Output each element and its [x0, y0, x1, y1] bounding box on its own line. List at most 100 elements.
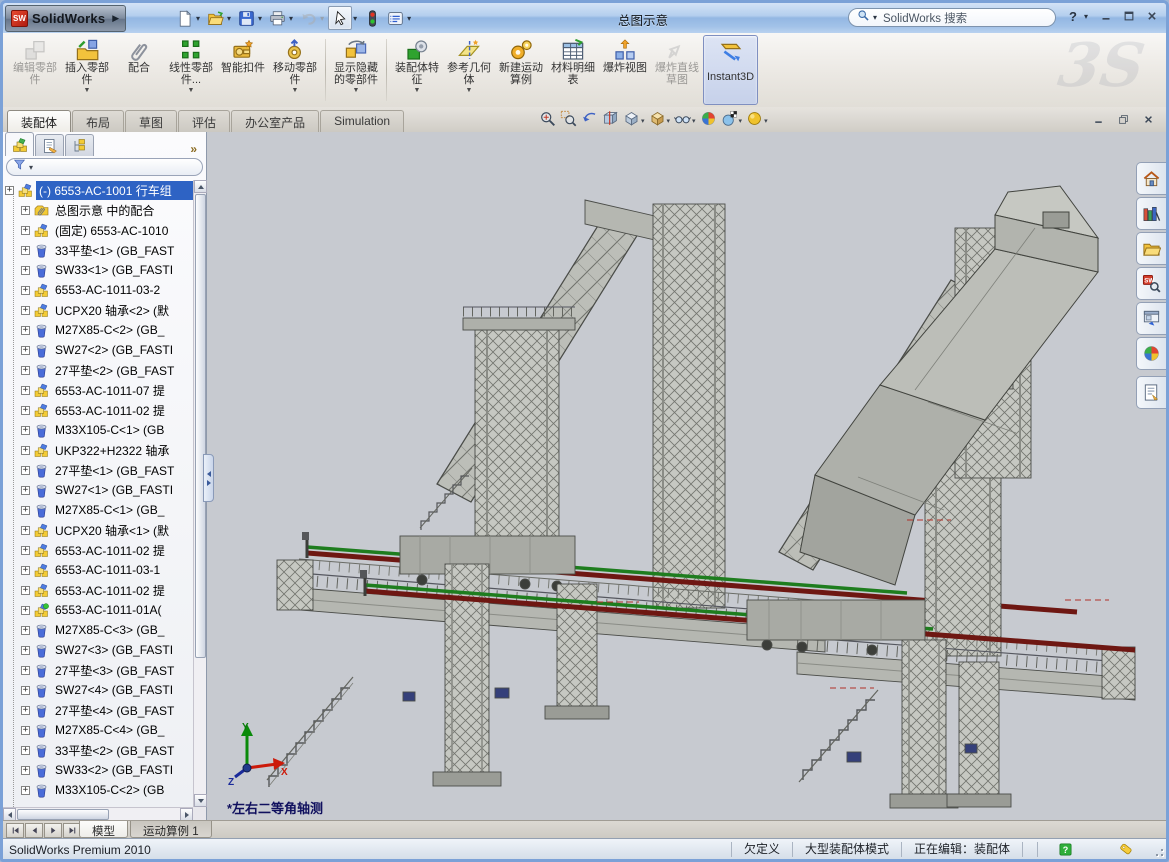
crane-assembly-model[interactable]	[207, 132, 1166, 820]
expand-toggle[interactable]: +	[21, 386, 30, 395]
expand-toggle[interactable]: +	[21, 466, 30, 475]
dropdown-arrow-icon[interactable]: ▼	[414, 87, 421, 94]
expand-toggle[interactable]: +	[21, 266, 30, 275]
tree-item[interactable]: +6553-AC-1011-03-1	[3, 560, 193, 580]
expand-toggle[interactable]: +	[21, 206, 30, 215]
expand-toggle[interactable]: +	[21, 506, 30, 515]
taskpane-appearances-scenes-button[interactable]	[1136, 337, 1166, 370]
ribbon-move-component-button[interactable]: 移动零部件▼	[269, 35, 321, 105]
expand-toggle[interactable]: +	[5, 186, 14, 195]
ribbon-mate-button[interactable]: 配合	[113, 35, 165, 105]
expand-toggle[interactable]: +	[21, 306, 30, 315]
tree-item[interactable]: +27平垫<1> (GB_FAST	[3, 460, 193, 480]
tab-Simulation[interactable]: Simulation	[320, 110, 404, 132]
nav-prev-button[interactable]	[25, 823, 43, 838]
expand-toggle[interactable]: +	[21, 666, 30, 675]
ribbon-smart-fasteners-button[interactable]: 智能扣件	[217, 35, 269, 105]
quick-tips-help-icon[interactable]: ?	[1058, 842, 1073, 857]
expand-toggle[interactable]: +	[21, 646, 30, 655]
dropdown-arrow-icon[interactable]: ▼	[84, 87, 91, 94]
expand-toggle[interactable]: +	[21, 786, 30, 795]
tree-item[interactable]: +(-) 6553-AC-1001 行车组	[3, 180, 193, 200]
tab-featuremanager-tree[interactable]	[5, 132, 34, 156]
expand-toggle[interactable]: +	[21, 446, 30, 455]
tree-item[interactable]: +UCPX20 轴承<2> (默	[3, 300, 193, 320]
search-dropdown-arrow[interactable]: ▾	[873, 13, 877, 22]
scroll-up-button[interactable]	[194, 180, 207, 193]
tree-item[interactable]: +27平垫<2> (GB_FAST	[3, 360, 193, 380]
tree-item[interactable]: +27平垫<4> (GB_FAST	[3, 700, 193, 720]
headsup-previous-view-button[interactable]	[581, 110, 598, 132]
dropdown-arrow-icon[interactable]: ▾	[227, 14, 231, 23]
dropdown-arrow-icon[interactable]: ▼	[466, 87, 473, 94]
dropdown-arrow-icon[interactable]: ▾	[764, 117, 768, 125]
headsup-display-style-button[interactable]: ▾	[649, 110, 671, 132]
expand-toggle[interactable]: +	[21, 406, 30, 415]
dropdown-arrow-icon[interactable]: ▾	[641, 117, 645, 125]
expand-toggle[interactable]: +	[21, 546, 30, 555]
expand-toggle[interactable]: +	[21, 746, 30, 755]
expand-toggle[interactable]: +	[21, 686, 30, 695]
expand-toggle[interactable]: +	[21, 766, 30, 775]
dropdown-arrow-icon[interactable]: ▾	[196, 14, 200, 23]
tab-布局[interactable]: 布局	[72, 110, 124, 132]
dropdown-arrow-icon[interactable]: ▾	[739, 117, 743, 125]
dropdown-arrow-icon[interactable]: ▼	[188, 87, 195, 94]
doc-minimize-button[interactable]	[1090, 111, 1106, 127]
ribbon-motion-study-button[interactable]: 新建运动算例	[495, 35, 547, 105]
dropdown-arrow-icon[interactable]: ▾	[320, 14, 324, 23]
ribbon-exploded-view-button[interactable]: 爆炸视图	[599, 35, 651, 105]
qat-options-list-button[interactable]	[384, 7, 406, 29]
tree-item[interactable]: +6553-AC-1011-07 提	[3, 380, 193, 400]
tab-草图[interactable]: 草图	[125, 110, 177, 132]
tree-item[interactable]: +M33X105-C<2> (GB	[3, 780, 193, 800]
tree-item[interactable]: +33平垫<2> (GB_FAST	[3, 740, 193, 760]
ribbon-linear-pattern-button[interactable]: 线性零部件...▼	[165, 35, 217, 105]
qat-undo-button[interactable]	[297, 7, 319, 29]
headsup-view-orientation-button[interactable]: ▾	[623, 110, 645, 132]
tag-icon[interactable]	[1119, 842, 1134, 857]
ribbon-bom-button[interactable]: 材料明细表	[547, 35, 599, 105]
tree-item[interactable]: +UCPX20 轴承<1> (默	[3, 520, 193, 540]
close-button[interactable]	[1144, 8, 1160, 24]
qat-select-button[interactable]	[328, 6, 352, 30]
doc-tab-motion-study[interactable]: 运动算例 1	[130, 821, 212, 838]
tree-item[interactable]: +27平垫<3> (GB_FAST	[3, 660, 193, 680]
ribbon-insert-component-button[interactable]: 插入零部件▼	[61, 35, 113, 105]
dropdown-arrow-icon[interactable]: ▾	[289, 14, 293, 23]
ribbon-reference-geometry-button[interactable]: 参考几何体▼	[443, 35, 495, 105]
filter-dropdown-arrow[interactable]: ▾	[29, 163, 33, 172]
resize-grip[interactable]	[1150, 843, 1164, 857]
taskpane-file-explorer-button[interactable]	[1136, 232, 1166, 265]
taskpane-sw-resources-button[interactable]	[1136, 162, 1166, 195]
tab-装配体[interactable]: 装配体	[7, 110, 71, 132]
qat-new-document-button[interactable]	[173, 7, 195, 29]
expand-toggle[interactable]: +	[21, 606, 30, 615]
app-logo[interactable]: SW SolidWorks ▶	[5, 5, 126, 32]
tree-item[interactable]: +SW33<1> (GB_FASTI	[3, 260, 193, 280]
taskpane-custom-properties-button[interactable]	[1136, 376, 1166, 409]
tree-item[interactable]: +SW27<4> (GB_FASTI	[3, 680, 193, 700]
expand-toggle[interactable]: +	[21, 326, 30, 335]
headsup-zoom-to-area-button[interactable]	[560, 110, 577, 132]
tree-item[interactable]: +M27X85-C<2> (GB_	[3, 320, 193, 340]
headsup-edit-appearance-button[interactable]	[700, 110, 717, 132]
expand-toggle[interactable]: +	[21, 706, 30, 715]
dropdown-arrow-icon[interactable]: ▾	[692, 117, 696, 125]
dropdown-arrow-icon[interactable]: ▾	[407, 14, 411, 23]
expand-toggle[interactable]: +	[21, 586, 30, 595]
tree-item[interactable]: +6553-AC-1011-02 提	[3, 540, 193, 560]
ribbon-instant3d-button[interactable]: Instant3D	[703, 35, 758, 105]
doc-restore-button[interactable]	[1115, 111, 1131, 127]
dropdown-arrow-icon[interactable]: ▾	[258, 14, 262, 23]
qat-interference-check-button[interactable]	[361, 7, 383, 29]
tree-item[interactable]: +UKP322+H2322 轴承	[3, 440, 193, 460]
expand-toggle[interactable]: +	[21, 426, 30, 435]
tree-item[interactable]: +6553-AC-1011-02 提	[3, 580, 193, 600]
tree-item[interactable]: +M27X85-C<4> (GB_	[3, 720, 193, 740]
tree-horizontal-scrollbar[interactable]	[3, 807, 193, 820]
dropdown-arrow-icon[interactable]: ▼	[292, 87, 299, 94]
tab-评估[interactable]: 评估	[178, 110, 230, 132]
tree-item[interactable]: +M33X105-C<1> (GB	[3, 420, 193, 440]
tree-item[interactable]: +SW27<2> (GB_FASTI	[3, 340, 193, 360]
